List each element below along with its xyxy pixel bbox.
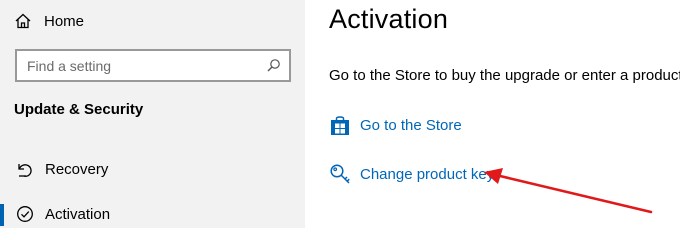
home-icon [15, 13, 31, 29]
recovery-icon [18, 164, 32, 177]
sidebar-item-label: Activation [45, 205, 111, 223]
activation-description: Go to the Store to buy the upgrade or en… [329, 67, 680, 84]
activation-icon [17, 206, 33, 222]
store-icon [331, 116, 349, 135]
page-title: Activation [329, 4, 449, 34]
main-content: Activation Go to the Store to buy the up… [305, 0, 680, 228]
search-box[interactable] [15, 49, 291, 82]
sidebar-item-recovery[interactable]: Recovery [0, 154, 305, 184]
change-product-key-label: Change product key [360, 165, 495, 183]
go-to-store-label: Go to the Store [360, 116, 462, 134]
search-input[interactable] [27, 57, 257, 74]
home-nav-item[interactable]: Home [14, 10, 84, 32]
home-label: Home [44, 12, 85, 30]
search-icon[interactable] [266, 58, 281, 73]
sidebar-item-activation[interactable]: Activation [0, 199, 305, 229]
key-icon [330, 164, 350, 184]
sidebar: Home Update & Security Recovery Activati… [0, 0, 305, 228]
go-to-store-link[interactable]: Go to the Store [329, 112, 462, 138]
change-product-key-link[interactable]: Change product key [329, 161, 494, 187]
selection-indicator [0, 204, 4, 226]
sidebar-item-label: Recovery [45, 160, 109, 178]
section-title: Update & Security [14, 101, 144, 118]
